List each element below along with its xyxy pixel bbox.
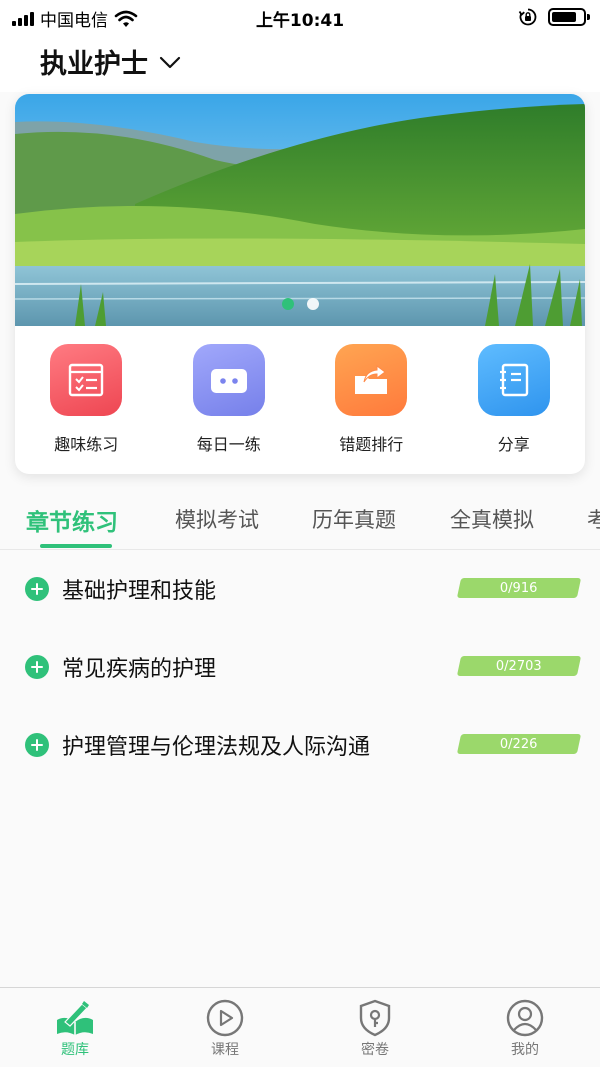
progress-badge: 0/2703 [456,656,582,676]
status-bar: 中国电信 上午10:41 [0,0,600,34]
shortcut-label: 每日一练 [196,435,261,454]
home-card: 趣味练习 每日一练 错题排行 分享 [15,94,585,474]
carousel-dot-active[interactable] [281,298,294,310]
tab-more[interactable]: 考 [587,504,600,534]
shield-key-icon [359,999,391,1037]
progress-count: 0/2703 [496,658,542,674]
nav-label: 题库 [61,1042,89,1058]
shortcut-fun-practice[interactable]: 趣味练习 [15,344,158,455]
plus-circle-icon[interactable] [25,577,49,601]
status-right [518,7,590,27]
plus-circle-icon[interactable] [25,733,49,757]
shortcut-grid: 趣味练习 每日一练 错题排行 分享 [15,344,585,455]
carousel-dot[interactable] [306,298,319,310]
battery-icon [548,8,590,26]
shortcut-label: 趣味练习 [54,435,119,454]
chevron-down-icon [159,56,181,68]
list-item[interactable]: 护理管理与伦理法规及人际沟通 0/226 [0,706,600,784]
book-pen-icon [57,1001,93,1035]
banner-image [15,94,585,326]
nav-label: 密卷 [361,1042,389,1058]
progress-count: 0/916 [500,580,538,596]
nav-label: 我的 [511,1042,539,1058]
chapter-title: 护理管理与伦理法规及人际沟通 [62,735,371,760]
nav-label: 课程 [211,1042,239,1058]
robot-icon [192,344,265,416]
chapter-list: 基础护理和技能 0/916 常见疾病的护理 0/2703 护理管理与伦理法规及人… [0,550,600,784]
header: 执业护士 [0,34,600,92]
notebook-icon [477,344,550,416]
progress-badge: 0/916 [456,578,582,598]
tab-chapter-practice[interactable]: 章节练习 [26,503,118,537]
list-item[interactable]: 基础护理和技能 0/916 [0,550,600,628]
status-time: 上午10:41 [255,11,345,31]
tab-active-indicator [40,544,112,548]
practice-checklist-icon [50,344,123,416]
plus-circle-icon[interactable] [25,655,49,679]
chapter-title: 基础护理和技能 [62,579,217,604]
category-tabs: 章节练习 模拟考试 历年真题 全真模拟 考 [0,494,600,550]
folder-export-icon [335,344,408,416]
play-circle-icon [206,999,244,1037]
exam-selector[interactable]: 执业护士 [40,42,182,81]
page-title: 执业护士 [40,49,148,80]
shortcut-share[interactable]: 分享 [443,344,586,455]
carousel-dots [15,298,585,310]
bottom-nav: 题库 课程 密卷 我的 [0,987,600,1067]
chapter-title: 常见疾病的护理 [62,657,217,682]
nav-secret-papers[interactable]: 密卷 [300,988,450,1067]
nav-profile[interactable]: 我的 [450,988,600,1067]
nav-courses[interactable]: 课程 [150,988,300,1067]
shortcut-wrong-ranking[interactable]: 错题排行 [300,344,443,455]
nav-question-bank[interactable]: 题库 [0,988,150,1067]
shortcut-label: 错题排行 [339,435,404,454]
list-item[interactable]: 常见疾病的护理 0/2703 [0,628,600,706]
shortcut-label: 分享 [497,435,530,454]
rotation-lock-icon [518,8,537,26]
tab-past-papers[interactable]: 历年真题 [312,504,396,534]
user-circle-icon [506,999,544,1037]
tab-mock-exam[interactable]: 模拟考试 [175,504,259,534]
progress-count: 0/226 [500,736,538,752]
tab-full-simulation[interactable]: 全真模拟 [450,504,534,534]
banner-carousel[interactable] [15,94,585,326]
shortcut-daily-practice[interactable]: 每日一练 [158,344,301,455]
progress-badge: 0/226 [456,734,582,754]
